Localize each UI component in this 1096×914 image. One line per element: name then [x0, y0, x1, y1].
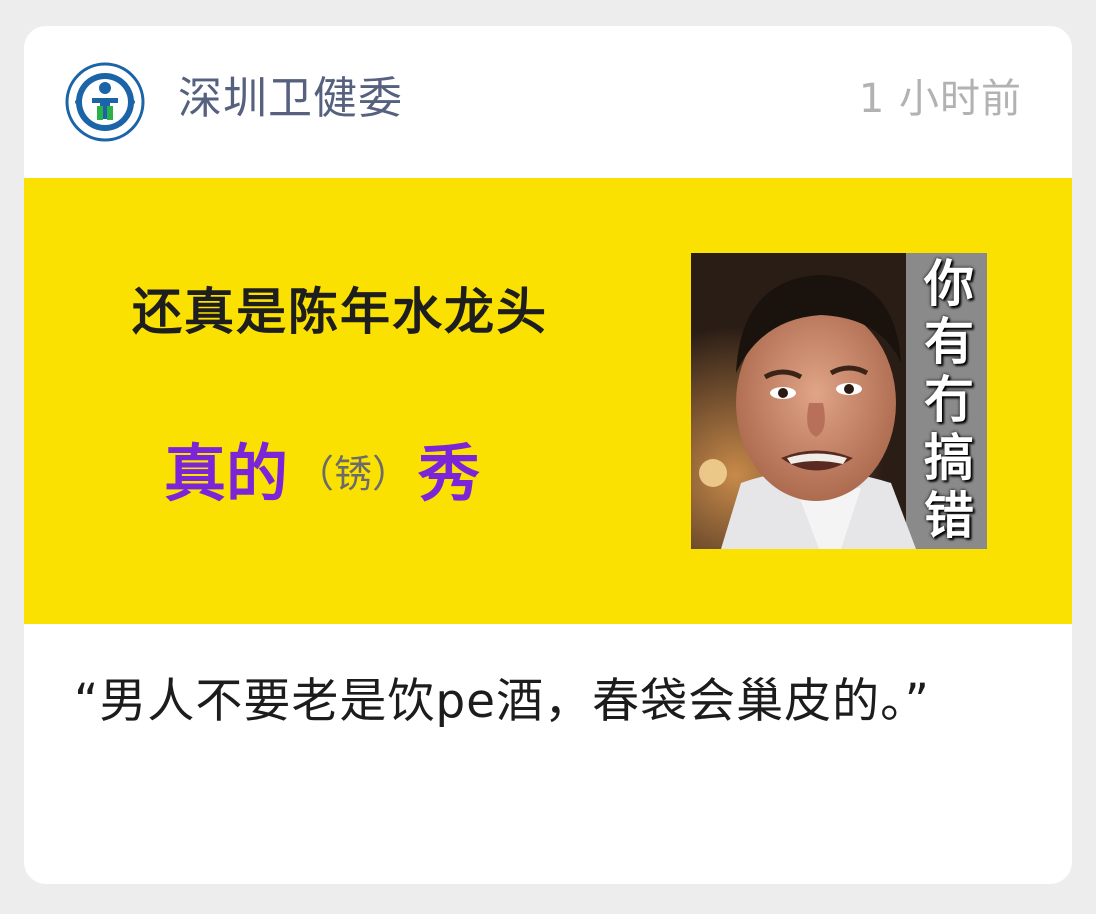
meme-caption: 你有冇搞错 [924, 255, 974, 545]
meme-image: 你有冇搞错 [691, 253, 987, 549]
post-text[interactable]: “男人不要老是饮pe酒，春袋会巢皮的。” [74, 672, 994, 732]
post-card[interactable]: 深圳卫健委 1 小时前 还真是陈年水龙头 真的 （锈）秀 你有冇搞错 “男人不要… [24, 26, 1072, 884]
cover-image[interactable]: 还真是陈年水龙头 真的 （锈）秀 你有冇搞错 [24, 178, 1072, 624]
cover-headline: 还真是陈年水龙头 [132, 283, 548, 341]
szphhc-logo-icon [65, 62, 145, 142]
post-header: 深圳卫健委 1 小时前 [24, 26, 1072, 178]
account-name[interactable]: 深圳卫健委 [178, 69, 403, 129]
post-time: 1 小时前 [858, 76, 1022, 122]
account-avatar[interactable] [65, 62, 145, 142]
punchline-after: 秀 [418, 437, 481, 510]
cover-punchline: 真的 （锈）秀 [164, 436, 480, 512]
punchline-paren: （锈） [296, 452, 411, 496]
punchline-before: 真的 [164, 437, 289, 510]
